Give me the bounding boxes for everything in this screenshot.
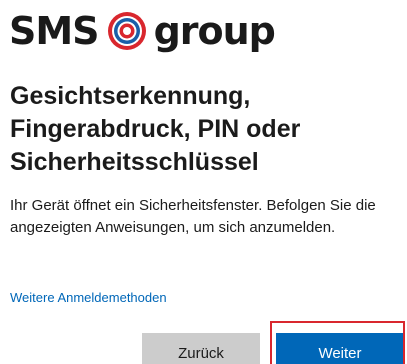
sms-group-ring-logo-icon	[107, 12, 146, 50]
company-logo: SMS group	[9, 8, 276, 54]
logo-text-left: SMS	[9, 9, 100, 53]
other-sign-in-methods-link[interactable]: Weitere Anmeldemethoden	[10, 289, 167, 307]
next-button[interactable]: Weiter	[276, 333, 404, 364]
page-title: Gesichtserkennung, Fingerabdruck, PIN od…	[10, 82, 301, 176]
sign-in-page: SMS group Gesichtserkennung, Fingerabdru…	[0, 0, 407, 364]
back-button[interactable]: Zurück	[142, 333, 260, 364]
instruction-text: Ihr Gerät öffnet ein Sicherheitsfenster.…	[10, 197, 376, 236]
logo-text-right: group	[153, 9, 276, 53]
